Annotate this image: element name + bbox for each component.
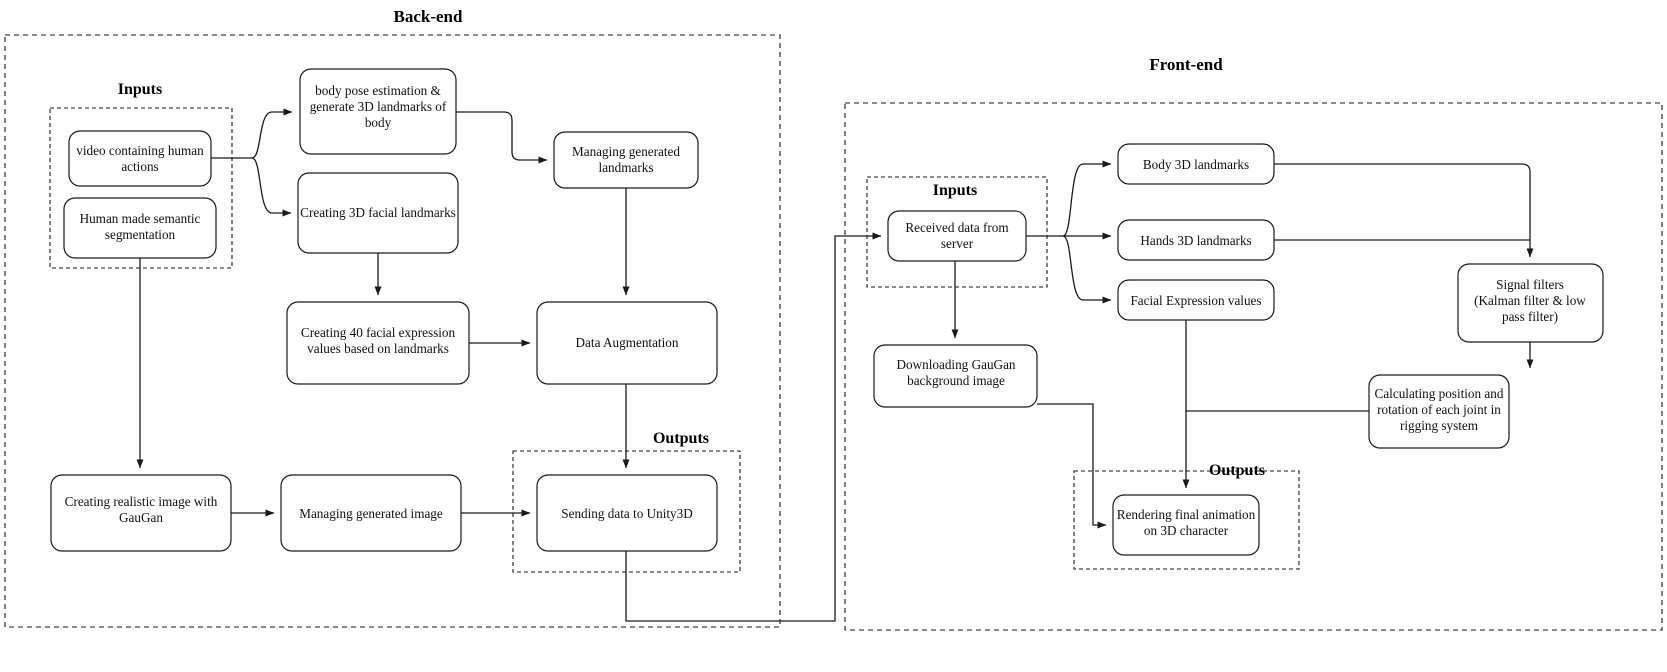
backend-outputs-label: Outputs (653, 430, 709, 447)
node-rendering-final-animation[interactable]: Rendering final animation on 3D character (1112, 494, 1260, 556)
node-data-augmentation[interactable]: Data Augmentation (536, 301, 718, 385)
node-label: Facial Expression values (1130, 293, 1261, 308)
node-label: Data Augmentation (576, 335, 679, 350)
node-calculating-position-rotation[interactable]: Calculating position and rotation of each… (1368, 374, 1510, 449)
node-creating-realistic-image-with-gaugan[interactable]: Creating realistic image with GauGan (50, 474, 232, 552)
flowchart-svg: Back-end Front-end Inputs Outputs Inputs… (4, 7, 1663, 631)
frontend-section-title: Front-end (1149, 55, 1223, 74)
node-signal-filters[interactable]: Signal filters (Kalman filter & low pass f… (1457, 263, 1604, 343)
node-creating-40-facial-expression-values[interactable]: Creating 40 facial expression values base… (286, 301, 470, 385)
edge-body-3d-to-signal-filters (1274, 163, 1534, 258)
node-managing-generated-landmarks[interactable]: Managing generated landmarks (553, 131, 699, 189)
edge-body-pose-to-managing-landmarks (456, 111, 548, 164)
edge-branch-to-body-pose (251, 108, 293, 159)
node-facial-expression-values[interactable]: Facial Expression values (1117, 279, 1275, 321)
node-hands-3d-landmarks[interactable]: Hands 3D landmarks (1117, 219, 1275, 261)
node-sending-data-to-unity3d[interactable]: Sending data to Unity3D (536, 474, 718, 552)
node-label: Downloading GauGan background image (896, 357, 1015, 388)
backend-inputs-label: Inputs (118, 81, 162, 98)
edge-unity3d-to-received-data (625, 232, 882, 622)
node-managing-generated-image[interactable]: Managing generated image (280, 474, 462, 552)
node-received-data-from-server[interactable]: Received data from server (887, 210, 1027, 262)
backend-section-title: Back-end (394, 7, 464, 26)
edge-branch-to-body-3d (1062, 160, 1112, 237)
flowchart-canvas: Back-end Front-end Inputs Outputs Inputs… (0, 0, 1667, 672)
node-label: Sending data to Unity3D (561, 506, 693, 521)
edge-branch-to-facial-landmarks (251, 157, 292, 217)
node-downloading-gaugan-background-image[interactable]: Downloading GauGan background image (873, 344, 1038, 408)
node-label: Hands 3D landmarks (1140, 233, 1251, 248)
node-label: Body 3D landmarks (1143, 157, 1249, 172)
node-creating-3d-facial-landmarks[interactable]: Creating 3D facial landmarks (297, 172, 459, 254)
node-label: Creating 40 facial expression values base… (301, 325, 456, 356)
frontend-outputs-label: Outputs (1209, 462, 1265, 479)
node-body-pose-estimation[interactable]: body pose estimation & generate 3D landma… (299, 68, 457, 155)
edge-branch-to-facial-expression (1062, 235, 1112, 304)
node-video-containing-human-actions[interactable]: video containing human actions (68, 130, 212, 187)
node-label: Managing generated image (299, 506, 443, 521)
node-label: Creating 3D facial landmarks (300, 205, 456, 220)
node-human-made-semantic-segmentation[interactable]: Human made semantic segmentation (63, 197, 217, 259)
edge-downloading-to-rendering (1037, 403, 1107, 529)
node-body-3d-landmarks[interactable]: Body 3D landmarks (1117, 143, 1275, 185)
frontend-inputs-label: Inputs (933, 182, 977, 199)
